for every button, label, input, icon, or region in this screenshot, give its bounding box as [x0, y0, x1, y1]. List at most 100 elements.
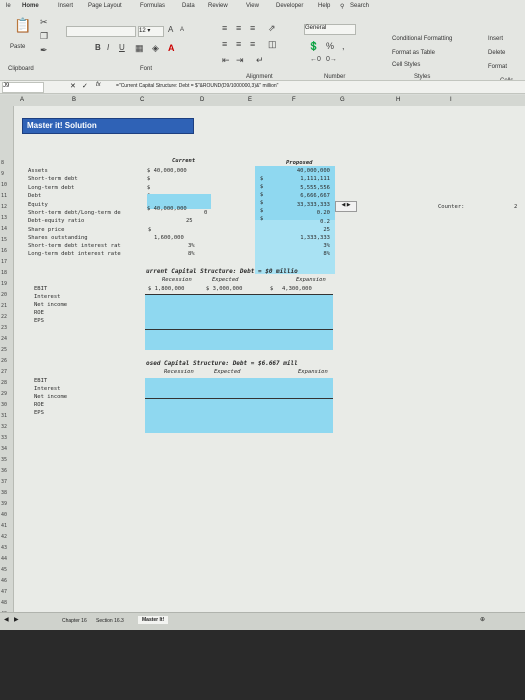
col-header-g[interactable]: G: [340, 97, 345, 103]
row-header[interactable]: 36: [1, 468, 7, 474]
orientation-icon[interactable]: ⇗: [268, 24, 276, 33]
row-header[interactable]: 21: [1, 303, 7, 309]
format-cells-button[interactable]: Format: [488, 64, 507, 70]
number-format-select[interactable]: General: [304, 24, 356, 35]
row-header[interactable]: 24: [1, 336, 7, 342]
row-header[interactable]: 28: [1, 380, 7, 386]
row-header[interactable]: 20: [1, 292, 7, 298]
merge-center-icon[interactable]: ◫: [268, 40, 277, 49]
underline-button[interactable]: U: [119, 44, 125, 52]
col-header-h[interactable]: H: [396, 97, 400, 103]
row-header[interactable]: 33: [1, 435, 7, 441]
row-header[interactable]: 37: [1, 479, 7, 485]
percent-button[interactable]: %: [326, 42, 334, 51]
shrink-font-icon[interactable]: A: [180, 27, 184, 33]
copy-icon[interactable]: ❐: [40, 32, 48, 41]
format-as-table-button[interactable]: Format as Table: [392, 50, 435, 56]
row-header[interactable]: 35: [1, 457, 7, 463]
name-box[interactable]: J9: [2, 82, 44, 93]
row-header[interactable]: 9: [1, 171, 4, 177]
col-header-c[interactable]: C: [140, 97, 144, 103]
row-header[interactable]: 27: [1, 369, 7, 375]
tab-home[interactable]: Home: [22, 3, 39, 9]
col-header-a[interactable]: A: [20, 97, 24, 103]
row-header[interactable]: 38: [1, 490, 7, 496]
row-header[interactable]: 34: [1, 446, 7, 452]
row-header[interactable]: 44: [1, 556, 7, 562]
tab-page-layout[interactable]: Page Layout: [88, 3, 122, 9]
row-header[interactable]: 46: [1, 578, 7, 584]
font-name-box[interactable]: [66, 26, 136, 37]
align-center-icon[interactable]: ≡: [236, 40, 241, 49]
next-sheet-icon[interactable]: ▶: [14, 616, 19, 623]
align-bottom-icon[interactable]: ≡: [250, 24, 255, 33]
delete-cells-button[interactable]: Delete: [488, 50, 505, 56]
align-right-icon[interactable]: ≡: [250, 40, 255, 49]
row-header[interactable]: 45: [1, 567, 7, 573]
conditional-formatting-button[interactable]: Conditional Formatting: [392, 36, 452, 42]
align-top-icon[interactable]: ≡: [222, 24, 227, 33]
tab-formulas[interactable]: Formulas: [140, 3, 165, 9]
sheet-tab-master[interactable]: Master It!: [138, 616, 169, 624]
row-header[interactable]: 17: [1, 259, 7, 265]
function-icon[interactable]: fx: [96, 82, 101, 88]
row-header[interactable]: 19: [1, 281, 7, 287]
row-header[interactable]: 18: [1, 270, 7, 276]
font-color-icon[interactable]: A: [168, 44, 175, 53]
font-size-box[interactable]: 12 ▾: [138, 26, 164, 37]
bold-button[interactable]: B: [95, 44, 101, 52]
wrap-text-icon[interactable]: ↵: [256, 56, 264, 65]
col-header-f[interactable]: F: [292, 97, 296, 103]
italic-button[interactable]: I: [107, 44, 109, 52]
col-header-i[interactable]: I: [450, 97, 452, 103]
add-sheet-icon[interactable]: ⊕: [480, 616, 485, 623]
row-header[interactable]: 32: [1, 424, 7, 430]
format-painter-icon[interactable]: ✒: [40, 46, 48, 55]
row-header[interactable]: 8: [1, 160, 4, 166]
row-header[interactable]: 23: [1, 325, 7, 331]
align-middle-icon[interactable]: ≡: [236, 24, 241, 33]
row-header[interactable]: 25: [1, 347, 7, 353]
enter-icon[interactable]: ✓: [82, 82, 88, 90]
tab-insert[interactable]: Insert: [58, 3, 73, 9]
cut-icon[interactable]: ✂: [40, 18, 48, 27]
currency-icon[interactable]: 💲: [308, 42, 319, 51]
tab-review[interactable]: Review: [208, 3, 228, 9]
row-header[interactable]: 39: [1, 501, 7, 507]
row-header[interactable]: 30: [1, 402, 7, 408]
row-header[interactable]: 48: [1, 600, 7, 606]
sheet-tab-chapter[interactable]: Chapter 16: [62, 618, 87, 624]
row-header[interactable]: 43: [1, 545, 7, 551]
fill-color-icon[interactable]: ◈: [152, 44, 159, 53]
spinner-control[interactable]: ◀ ▶: [335, 201, 357, 212]
proposed-results-table[interactable]: [145, 378, 333, 433]
col-header-e[interactable]: E: [248, 97, 252, 103]
insert-cells-button[interactable]: Insert: [488, 36, 503, 42]
paste-icon[interactable]: 📋: [14, 18, 31, 32]
borders-icon[interactable]: ▦: [135, 44, 144, 53]
tab-developer[interactable]: Developer: [276, 3, 303, 9]
cell-styles-button[interactable]: Cell Styles: [392, 62, 420, 68]
col-header-d[interactable]: D: [200, 97, 204, 103]
row-header[interactable]: 22: [1, 314, 7, 320]
row-header[interactable]: 31: [1, 413, 7, 419]
row-header[interactable]: 47: [1, 589, 7, 595]
row-header[interactable]: 29: [1, 391, 7, 397]
row-header[interactable]: 14: [1, 226, 7, 232]
row-header[interactable]: 40: [1, 512, 7, 518]
row-header[interactable]: 42: [1, 534, 7, 540]
search-label[interactable]: Search: [350, 3, 369, 9]
tab-help[interactable]: Help: [318, 3, 330, 9]
row-header[interactable]: 11: [1, 193, 7, 199]
decrease-decimal-icon[interactable]: 0→: [326, 56, 337, 63]
tab-file[interactable]: le: [6, 3, 11, 9]
worksheet-grid[interactable]: Master it! Solution Current Proposed Ass…: [14, 106, 525, 690]
row-header[interactable]: 16: [1, 248, 7, 254]
cancel-icon[interactable]: ✕: [70, 82, 76, 90]
prev-sheet-icon[interactable]: ◀: [4, 616, 9, 623]
formula-input[interactable]: ="Current Capital Structure: Debt = $"&R…: [116, 83, 278, 89]
comma-button[interactable]: ,: [342, 42, 345, 51]
increase-decimal-icon[interactable]: ←0: [310, 56, 321, 63]
align-left-icon[interactable]: ≡: [222, 40, 227, 49]
current-results-table[interactable]: [145, 294, 333, 350]
